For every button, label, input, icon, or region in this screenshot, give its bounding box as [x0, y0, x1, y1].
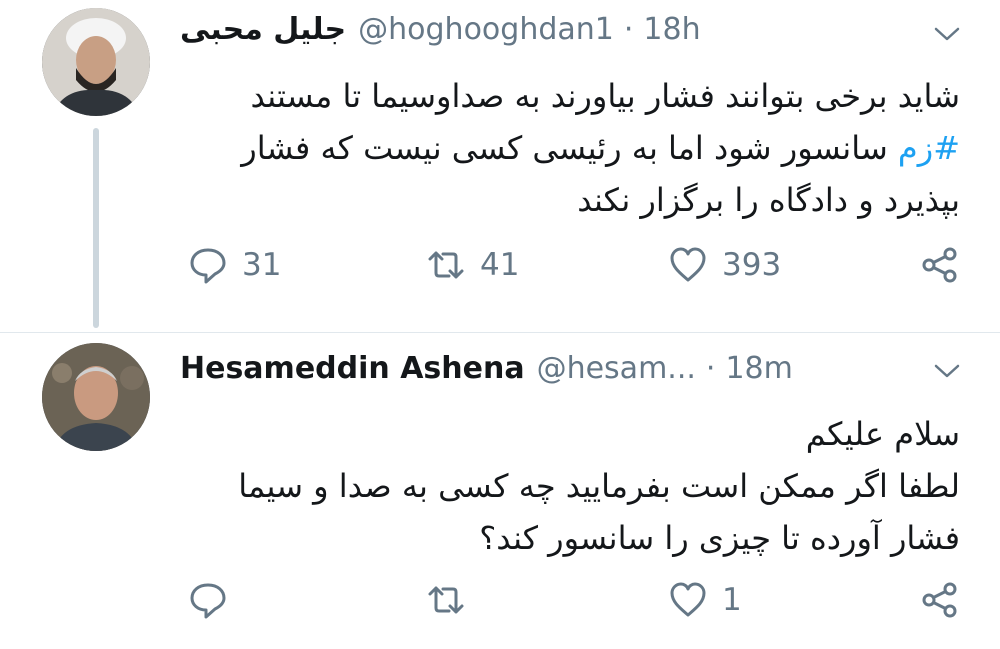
- like-icon: [670, 247, 706, 282]
- reply-icon: [190, 583, 226, 619]
- separator-dot: ·: [705, 351, 716, 386]
- like-icon: [670, 582, 706, 617]
- like-count: 1: [722, 582, 742, 618]
- timestamp[interactable]: 18m: [725, 351, 792, 386]
- retweet-button[interactable]: 41: [426, 240, 519, 290]
- tweet-text-line: فشار آورده تا چیزی را سانسور کند؟: [479, 519, 960, 557]
- retweet-icon: [428, 251, 464, 279]
- tweet-text: سلام علیکم لطفا اگر ممکن است بفرمایید چه…: [180, 408, 960, 564]
- tweet-text-fragment: سانسور شود اما به رئیسی کسی نیست که فشار: [241, 129, 888, 167]
- reply-button[interactable]: 31: [188, 240, 281, 290]
- reply-button[interactable]: [188, 575, 242, 625]
- avatar-image: [42, 8, 150, 116]
- like-count: 393: [722, 247, 782, 283]
- tweet-actions: 1: [180, 575, 960, 625]
- author-name[interactable]: Hesameddin Ashena: [180, 351, 525, 386]
- share-button[interactable]: [920, 240, 960, 290]
- like-button[interactable]: 1: [668, 575, 742, 625]
- chevron-down-icon[interactable]: [934, 26, 960, 42]
- chevron-down-icon[interactable]: [934, 363, 960, 379]
- tweet[interactable]: جلیل محبی @hoghooghdan1 · 18h شاید برخی …: [0, 0, 1000, 333]
- reply-count: 31: [242, 247, 282, 283]
- tweet-text-line: #زم سانسور شود اما به رئیسی کسی نیست که …: [180, 122, 960, 174]
- author-handle[interactable]: @hoghooghdan1: [358, 12, 614, 47]
- reply-icon: [190, 248, 226, 284]
- retweet-icon: [428, 586, 464, 614]
- avatar[interactable]: [42, 343, 150, 451]
- separator-dot: ·: [623, 12, 634, 47]
- share-icon: [922, 247, 957, 283]
- timestamp[interactable]: 18h: [643, 12, 700, 47]
- hashtag-link[interactable]: #زم: [898, 129, 960, 167]
- share-icon: [922, 582, 957, 618]
- like-button[interactable]: 393: [668, 240, 781, 290]
- tweet-text-line: لطفا اگر ممکن است بفرمایید چه کسی به صدا…: [238, 467, 960, 505]
- tweet-header: Hesameddin Ashena @hesam... · 18m: [180, 351, 793, 391]
- thread-line: [93, 128, 99, 328]
- tweet-actions: 31 41 393: [180, 240, 960, 290]
- tweet-text: شاید برخی بتوانند فشار بیاورند به صداوسی…: [180, 70, 960, 226]
- share-button[interactable]: [920, 575, 960, 625]
- avatar-image: [42, 343, 150, 451]
- tweet[interactable]: Hesameddin Ashena @hesam... · 18m سلام ع…: [0, 333, 1000, 649]
- tweet-text-line: بپذیرد و دادگاه را برگزار نکند: [577, 181, 960, 219]
- tweet-header: جلیل محبی @hoghooghdan1 · 18h: [180, 12, 701, 52]
- avatar[interactable]: [42, 8, 150, 116]
- author-handle[interactable]: @hesam...: [537, 351, 696, 386]
- retweet-count: 41: [480, 247, 520, 283]
- tweet-text-line: شاید برخی بتوانند فشار بیاورند به صداوسی…: [250, 77, 960, 115]
- author-name[interactable]: جلیل محبی: [180, 12, 346, 47]
- tweet-text-line: سلام علیکم: [805, 415, 960, 453]
- retweet-button[interactable]: [426, 575, 480, 625]
